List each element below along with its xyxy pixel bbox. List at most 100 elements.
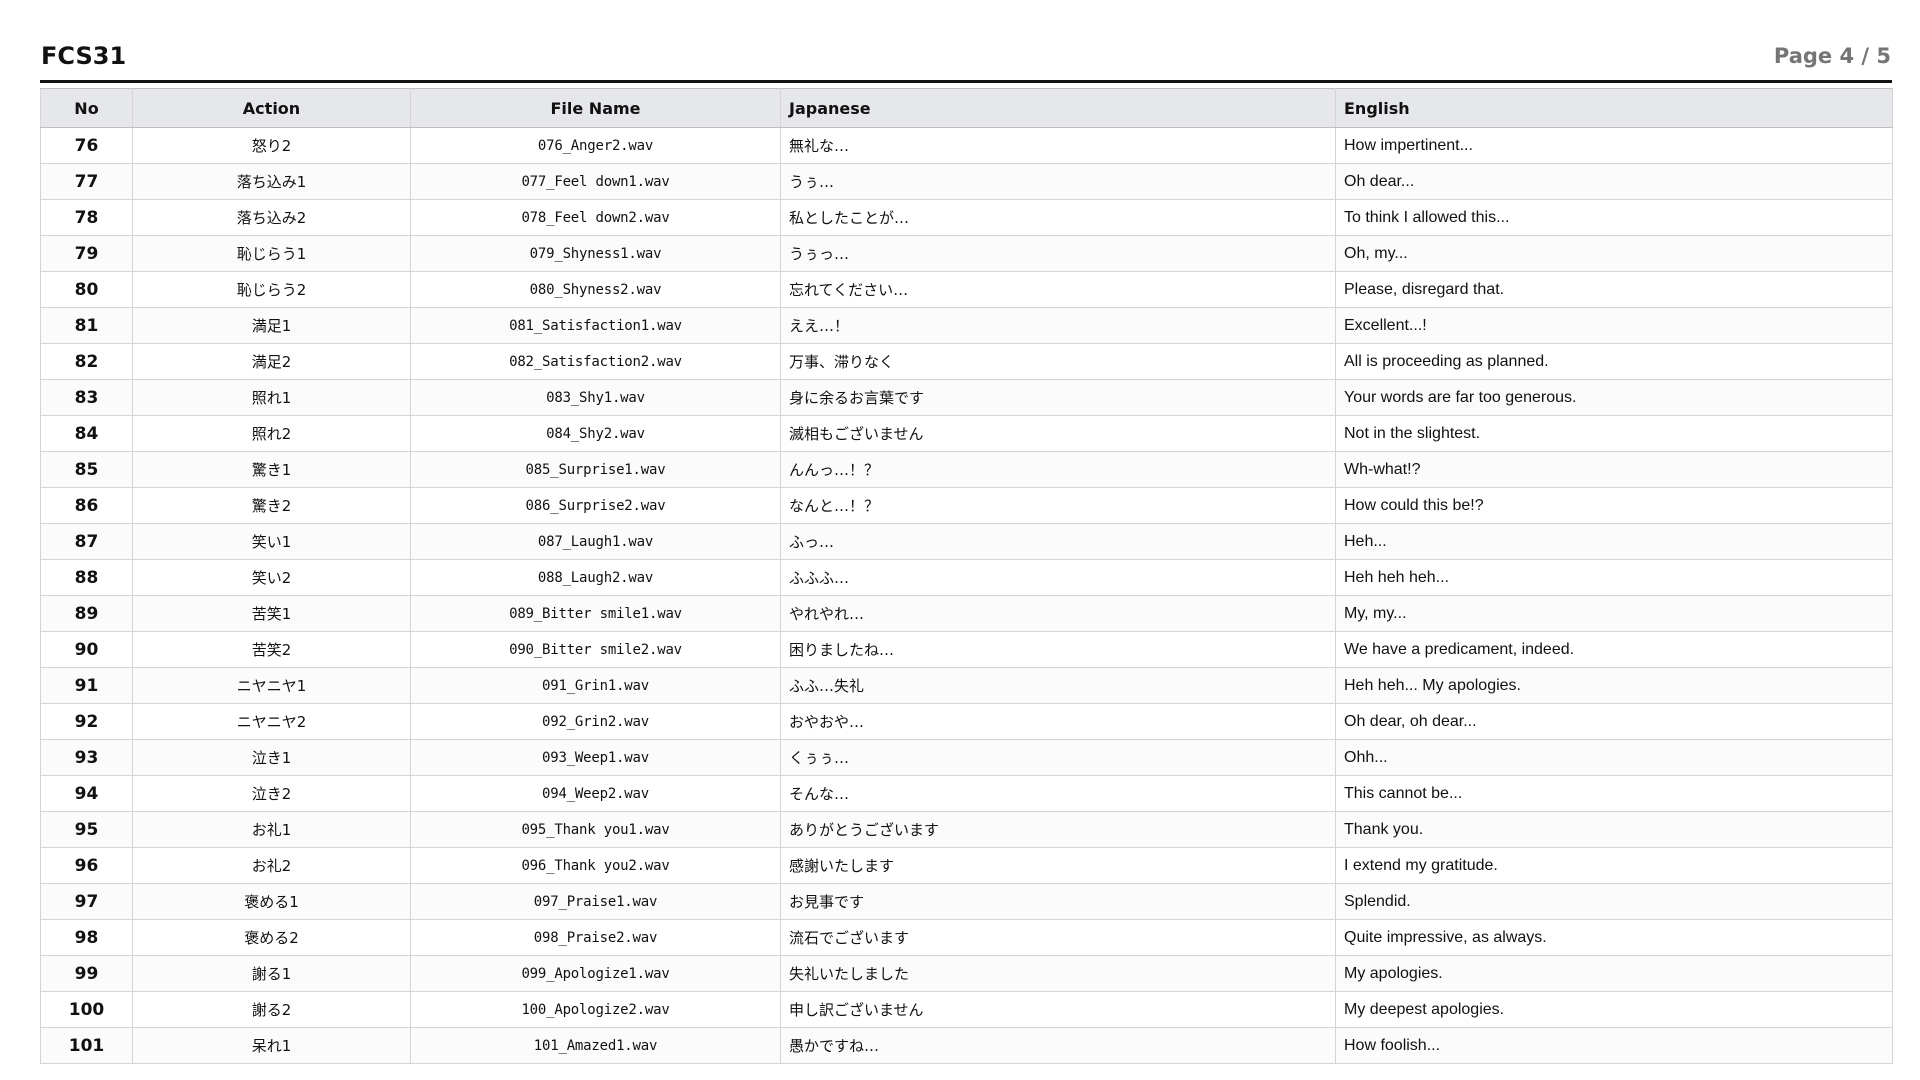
cell-file-name: 096_Thank you2.wav	[410, 847, 781, 884]
cell-english: My apologies.	[1335, 955, 1893, 992]
cell-file-name: 083_Shy1.wav	[410, 379, 781, 416]
cell-english: Oh dear...	[1335, 163, 1893, 200]
table-row: 77 落ち込み1 077_Feel down1.wav うぅ… Oh dear...	[40, 163, 1893, 200]
cell-file-name: 097_Praise1.wav	[410, 883, 781, 920]
voice-line-table: No Action File Name Japanese English 76 怒…	[40, 88, 1893, 1064]
cell-action: 満足2	[132, 343, 411, 380]
table-row: 93 泣き1 093_Weep1.wav くぅぅ… Ohh...	[40, 739, 1893, 776]
cell-action: 驚き2	[132, 487, 411, 524]
cell-no: 77	[40, 163, 133, 200]
cell-no: 91	[40, 667, 133, 704]
cell-file-name: 078_Feel down2.wav	[410, 199, 781, 236]
cell-action: 照れ1	[132, 379, 411, 416]
cell-english: Your words are far too generous.	[1335, 379, 1893, 416]
cell-file-name: 090_Bitter smile2.wav	[410, 631, 781, 668]
column-header-no: No	[40, 88, 133, 128]
document-title: FCS31	[41, 42, 127, 70]
cell-file-name: 089_Bitter smile1.wav	[410, 595, 781, 632]
table-row: 96 お礼2 096_Thank you2.wav 感謝いたします I extend m…	[40, 847, 1893, 884]
cell-japanese: 無礼な…	[780, 127, 1336, 164]
cell-japanese: なんと…！？	[780, 487, 1336, 524]
cell-file-name: 084_Shy2.wav	[410, 415, 781, 452]
cell-no: 97	[40, 883, 133, 920]
cell-no: 79	[40, 235, 133, 272]
cell-japanese: やれやれ…	[780, 595, 1336, 632]
cell-file-name: 094_Weep2.wav	[410, 775, 781, 812]
cell-file-name: 095_Thank you1.wav	[410, 811, 781, 848]
cell-english: Thank you.	[1335, 811, 1893, 848]
table-row: 90 苦笑2 090_Bitter smile2.wav 困りましたね… We have…	[40, 631, 1893, 668]
cell-japanese: ええ…！	[780, 307, 1336, 344]
cell-no: 96	[40, 847, 133, 884]
cell-japanese: うぅ…	[780, 163, 1336, 200]
cell-action: 落ち込み1	[132, 163, 411, 200]
cell-english: Oh dear, oh dear...	[1335, 703, 1893, 740]
table-row: 98 褒める2 098_Praise2.wav 流石でございます Quite impre…	[40, 919, 1893, 956]
cell-japanese: おやおや…	[780, 703, 1336, 740]
table-body: 76 怒り2 076_Anger2.wav 無礼な… How impertinent..…	[40, 127, 1893, 1064]
cell-no: 87	[40, 523, 133, 560]
table-row: 76 怒り2 076_Anger2.wav 無礼な… How impertinent..…	[40, 127, 1893, 164]
cell-english: How could this be!?	[1335, 487, 1893, 524]
cell-english: Ohh...	[1335, 739, 1893, 776]
table-row: 83 照れ1 083_Shy1.wav 身に余るお言葉です Your words are…	[40, 379, 1893, 416]
cell-no: 93	[40, 739, 133, 776]
cell-action: 笑い1	[132, 523, 411, 560]
cell-action: 恥じらう2	[132, 271, 411, 308]
cell-no: 84	[40, 415, 133, 452]
cell-english: Quite impressive, as always.	[1335, 919, 1893, 956]
table-row: 101 呆れ1 101_Amazed1.wav 愚かですね… How foolish..…	[40, 1027, 1893, 1064]
cell-no: 82	[40, 343, 133, 380]
cell-action: 褒める2	[132, 919, 411, 956]
cell-english: Heh heh heh...	[1335, 559, 1893, 596]
cell-japanese: んんっ…！？	[780, 451, 1336, 488]
column-header-file-name: File Name	[410, 88, 781, 128]
cell-english: Splendid.	[1335, 883, 1893, 920]
cell-action: 苦笑1	[132, 595, 411, 632]
table-row: 84 照れ2 084_Shy2.wav 滅相もございません Not in the sli…	[40, 415, 1893, 452]
cell-japanese: 身に余るお言葉です	[780, 379, 1336, 416]
cell-action: 落ち込み2	[132, 199, 411, 236]
cell-action: ニヤニヤ2	[132, 703, 411, 740]
cell-no: 94	[40, 775, 133, 812]
table-row: 92 ニヤニヤ2 092_Grin2.wav おやおや… Oh dear, oh dea…	[40, 703, 1893, 740]
cell-japanese: 忘れてください…	[780, 271, 1336, 308]
cell-action: 泣き2	[132, 775, 411, 812]
cell-file-name: 088_Laugh2.wav	[410, 559, 781, 596]
cell-file-name: 085_Surprise1.wav	[410, 451, 781, 488]
column-header-english: English	[1335, 88, 1893, 128]
cell-english: Heh heh... My apologies.	[1335, 667, 1893, 704]
cell-action: 泣き1	[132, 739, 411, 776]
cell-japanese: うぅっ…	[780, 235, 1336, 272]
cell-no: 78	[40, 199, 133, 236]
cell-japanese: お見事です	[780, 883, 1336, 920]
table-row: 87 笑い1 087_Laugh1.wav ふっ… Heh...	[40, 523, 1893, 560]
cell-no: 100	[40, 991, 133, 1028]
table-row: 79 恥じらう1 079_Shyness1.wav うぅっ… Oh, my...	[40, 235, 1893, 272]
cell-action: 恥じらう1	[132, 235, 411, 272]
table-row: 86 驚き2 086_Surprise2.wav なんと…！？ How could th…	[40, 487, 1893, 524]
cell-japanese: 滅相もございません	[780, 415, 1336, 452]
cell-file-name: 080_Shyness2.wav	[410, 271, 781, 308]
table-row: 80 恥じらう2 080_Shyness2.wav 忘れてください… Please, d…	[40, 271, 1893, 308]
cell-file-name: 091_Grin1.wav	[410, 667, 781, 704]
cell-english: How foolish...	[1335, 1027, 1893, 1064]
cell-japanese: 万事、滞りなく	[780, 343, 1336, 380]
cell-japanese: 感謝いたします	[780, 847, 1336, 884]
cell-action: 呆れ1	[132, 1027, 411, 1064]
cell-file-name: 100_Apologize2.wav	[410, 991, 781, 1028]
cell-japanese: ふっ…	[780, 523, 1336, 560]
cell-english: Oh, my...	[1335, 235, 1893, 272]
table-row: 81 満足1 081_Satisfaction1.wav ええ…！ Excellent.…	[40, 307, 1893, 344]
table-row: 99 謝る1 099_Apologize1.wav 失礼いたしました My apolog…	[40, 955, 1893, 992]
cell-english: I extend my gratitude.	[1335, 847, 1893, 884]
table-row: 82 満足2 082_Satisfaction2.wav 万事、滞りなく All is …	[40, 343, 1893, 380]
cell-no: 90	[40, 631, 133, 668]
cell-japanese: 申し訳ございません	[780, 991, 1336, 1028]
cell-japanese: 失礼いたしました	[780, 955, 1336, 992]
cell-action: 謝る1	[132, 955, 411, 992]
table-header-row: No Action File Name Japanese English	[40, 88, 1893, 128]
cell-file-name: 081_Satisfaction1.wav	[410, 307, 781, 344]
cell-file-name: 082_Satisfaction2.wav	[410, 343, 781, 380]
cell-no: 89	[40, 595, 133, 632]
